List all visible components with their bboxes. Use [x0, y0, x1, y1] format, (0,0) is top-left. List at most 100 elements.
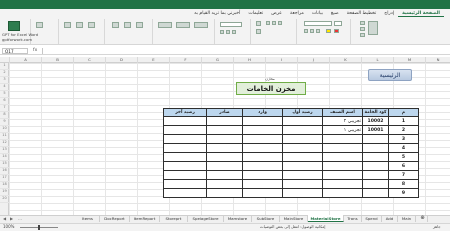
sheet-tab-storeprt[interactable]: Storeprt — [160, 215, 188, 222]
row-1[interactable]: 1 — [0, 63, 9, 70]
sheet-prev-icon[interactable]: ◀ — [3, 216, 6, 221]
header-opening-balance[interactable]: رصيد أول — [282, 108, 323, 117]
cell-serial[interactable]: 8 — [388, 179, 419, 189]
cell-name[interactable]: تجريبي ١ — [322, 125, 363, 135]
tab-home[interactable]: الصفحة الرئيسية — [398, 11, 444, 17]
tab-review[interactable]: مراجعة — [286, 11, 308, 16]
row-10[interactable]: 10 — [0, 126, 9, 133]
cell-serial[interactable]: 7 — [388, 170, 419, 180]
cell-opening[interactable] — [282, 170, 323, 180]
cell-name[interactable] — [322, 179, 363, 189]
cell-incoming[interactable] — [242, 116, 283, 126]
cell-code[interactable] — [362, 143, 389, 153]
tab-data[interactable]: بيانات — [308, 11, 327, 16]
cell-outgoing[interactable] — [206, 161, 243, 171]
header-outgoing[interactable]: صادر — [206, 108, 243, 117]
sheet-tab-main[interactable]: Main — [398, 215, 416, 222]
copy-icon[interactable] — [360, 27, 365, 31]
cell-outgoing[interactable] — [206, 125, 243, 135]
cell-code[interactable] — [362, 188, 389, 198]
gpt-addin-icon[interactable] — [8, 21, 20, 31]
sheet-tab-docreport[interactable]: DocReport — [100, 215, 130, 222]
fill-color-icon[interactable] — [326, 29, 331, 33]
cell-serial[interactable]: 6 — [388, 161, 419, 171]
header-incoming[interactable]: وارد — [242, 108, 283, 117]
merge-center-icon[interactable] — [256, 29, 261, 34]
row-2[interactable]: 2 — [0, 70, 9, 77]
cell-closing[interactable] — [163, 116, 207, 126]
cell-opening[interactable] — [282, 161, 323, 171]
row-6[interactable]: 6 — [0, 98, 9, 105]
sort-filter-icon[interactable] — [88, 22, 95, 28]
cell-code[interactable] — [362, 152, 389, 162]
tab-page-layout[interactable]: تخطيط الصفحة — [343, 11, 381, 16]
row-20[interactable]: 20 — [0, 196, 9, 203]
sheet-tab-spelagestore[interactable]: SpelageStore — [188, 215, 224, 222]
cell-serial[interactable]: 2 — [388, 125, 419, 135]
row-3[interactable]: 3 — [0, 77, 9, 84]
zoom-level[interactable]: 100% — [3, 224, 14, 229]
cell-outgoing[interactable] — [206, 116, 243, 126]
cell-name[interactable] — [322, 188, 363, 198]
cell-closing[interactable] — [163, 161, 207, 171]
cell-outgoing[interactable] — [206, 188, 243, 198]
cell-serial[interactable]: 1 — [388, 116, 419, 126]
percent-icon[interactable] — [226, 30, 230, 34]
cell-outgoing[interactable] — [206, 143, 243, 153]
sheet-tab-add[interactable]: Add — [382, 215, 398, 222]
cell-closing[interactable] — [163, 152, 207, 162]
row-7[interactable]: 7 — [0, 105, 9, 112]
comma-icon[interactable] — [232, 30, 236, 34]
row-16[interactable]: 16 — [0, 168, 9, 175]
accessibility-status[interactable]: إمكانية الوصول: انتقل إلى بعض التوصيات — [260, 224, 325, 229]
row-4[interactable]: 4 — [0, 84, 9, 91]
cell-closing[interactable] — [163, 125, 207, 135]
row-13[interactable]: 13 — [0, 147, 9, 154]
sheet-tab-materialstore[interactable]: MaterialStore — [308, 215, 344, 222]
cell-serial[interactable]: 4 — [388, 143, 419, 153]
cell-incoming[interactable] — [242, 143, 283, 153]
cell-opening[interactable] — [282, 152, 323, 162]
cell-opening[interactable] — [282, 116, 323, 126]
cell-code[interactable] — [362, 170, 389, 180]
cell-incoming[interactable] — [242, 134, 283, 144]
header-serial[interactable]: م — [388, 108, 419, 117]
paste-icon[interactable] — [368, 21, 378, 35]
fx-icon[interactable]: fx — [33, 48, 37, 53]
formula-input[interactable] — [42, 48, 446, 54]
cell-outgoing[interactable] — [206, 152, 243, 162]
row-18[interactable]: 18 — [0, 182, 9, 189]
cell-outgoing[interactable] — [206, 134, 243, 144]
row-11[interactable]: 11 — [0, 133, 9, 140]
cell-closing[interactable] — [163, 143, 207, 153]
tab-insert[interactable]: إدراج — [380, 11, 398, 16]
tab-help[interactable]: تعليمات — [244, 11, 267, 16]
home-button[interactable]: الرئيسية — [368, 69, 412, 81]
header-item-name[interactable]: اسم الصنف — [322, 108, 363, 117]
cell-code[interactable]: 10002 — [362, 116, 389, 126]
align-center-icon[interactable] — [272, 21, 276, 25]
sheet-tab-itemreport[interactable]: ItemReport — [130, 215, 160, 222]
add-sheet-icon[interactable]: ⊕ — [418, 215, 428, 222]
sheet-tab-trans[interactable]: Trans — [344, 215, 362, 222]
sheet-tab-items[interactable]: Items — [76, 215, 100, 222]
cell-code[interactable] — [362, 134, 389, 144]
cell-opening[interactable] — [282, 179, 323, 189]
row-15[interactable]: 15 — [0, 161, 9, 168]
cell-code[interactable] — [362, 161, 389, 171]
currency-icon[interactable] — [220, 30, 224, 34]
sheet-more-icon[interactable]: … — [18, 216, 22, 221]
wrap-text-icon[interactable] — [256, 21, 261, 26]
row-14[interactable]: 14 — [0, 154, 9, 161]
sheet-tab-mamstore[interactable]: Mamstore — [224, 215, 252, 222]
row-17[interactable]: 17 — [0, 175, 9, 182]
italic-icon[interactable] — [310, 29, 314, 33]
sheet-next-icon[interactable]: ▶ — [10, 216, 13, 221]
cell-name[interactable]: تجريبي ٢ — [322, 116, 363, 126]
conditional-formatting-icon[interactable] — [194, 22, 208, 28]
sheet-tab-spend[interactable]: Spend — [362, 215, 382, 222]
bold-icon[interactable] — [304, 29, 308, 33]
cell-opening[interactable] — [282, 188, 323, 198]
cell-opening[interactable] — [282, 134, 323, 144]
row-8[interactable]: 8 — [0, 112, 9, 119]
